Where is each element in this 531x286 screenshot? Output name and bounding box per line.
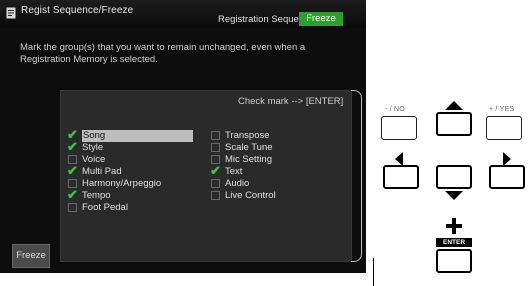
- checkbox-empty[interactable]: [211, 131, 220, 140]
- item-label: Text: [225, 166, 243, 177]
- item-label: Scale Tune: [225, 142, 273, 153]
- checkmark-icon: ✔: [67, 163, 78, 178]
- display-screen: Regist Sequence/Freeze Registration Sequ…: [0, 0, 366, 273]
- item-label: Mic Setting: [225, 154, 272, 165]
- item-label: Song: [82, 130, 193, 142]
- item-label: Audio: [225, 178, 250, 189]
- description-text: Mark the group(s) that you want to remai…: [20, 42, 306, 65]
- checkmark-icon: ✔: [210, 163, 221, 178]
- right-button[interactable]: [489, 165, 525, 189]
- checkmark-icon: ✔: [67, 139, 78, 154]
- item-label: Live Control: [225, 190, 276, 201]
- item-label: Voice: [82, 154, 106, 165]
- up-arrow-icon: [445, 101, 463, 110]
- left-arrow-icon: [395, 152, 403, 166]
- callout-bracket: [351, 90, 362, 262]
- up-button[interactable]: [436, 112, 472, 136]
- callout-line: [373, 258, 374, 286]
- page-title: Regist Sequence/Freeze: [21, 5, 134, 16]
- no-button-label: - / NO: [385, 106, 405, 113]
- tab-freeze[interactable]: Freeze: [299, 12, 343, 26]
- down-button[interactable]: [436, 165, 472, 189]
- plus-icon: [446, 218, 462, 234]
- down-arrow-icon: [445, 191, 463, 200]
- checkmark-icon: ✔: [67, 187, 78, 202]
- item-label: Multi Pad: [82, 166, 122, 177]
- right-arrow-icon: [503, 152, 511, 166]
- checkbox-empty[interactable]: [211, 191, 220, 200]
- enter-label: ENTER: [436, 238, 472, 247]
- left-button[interactable]: [383, 165, 419, 189]
- checkbox-empty[interactable]: [211, 143, 220, 152]
- checkbox-empty[interactable]: [211, 179, 220, 188]
- check-hint: Check mark --> [ENTER]: [238, 96, 344, 107]
- yes-button-label: + / YES: [489, 106, 515, 113]
- header-bar: Regist Sequence/Freeze Registration Sequ…: [0, 0, 366, 28]
- no-button[interactable]: [381, 116, 417, 140]
- item-label: Harmony/Arpeggio: [82, 178, 162, 189]
- enter-button[interactable]: [436, 249, 472, 273]
- checkbox-empty[interactable]: [68, 203, 77, 212]
- document-icon: [6, 7, 16, 19]
- item-label: Style: [82, 142, 104, 153]
- item-label: Tempo: [82, 190, 111, 201]
- item-label: Transpose: [225, 130, 270, 141]
- freeze-button[interactable]: Freeze: [12, 244, 50, 268]
- item-label: Foot Pedal: [82, 202, 128, 213]
- yes-button[interactable]: [486, 116, 522, 140]
